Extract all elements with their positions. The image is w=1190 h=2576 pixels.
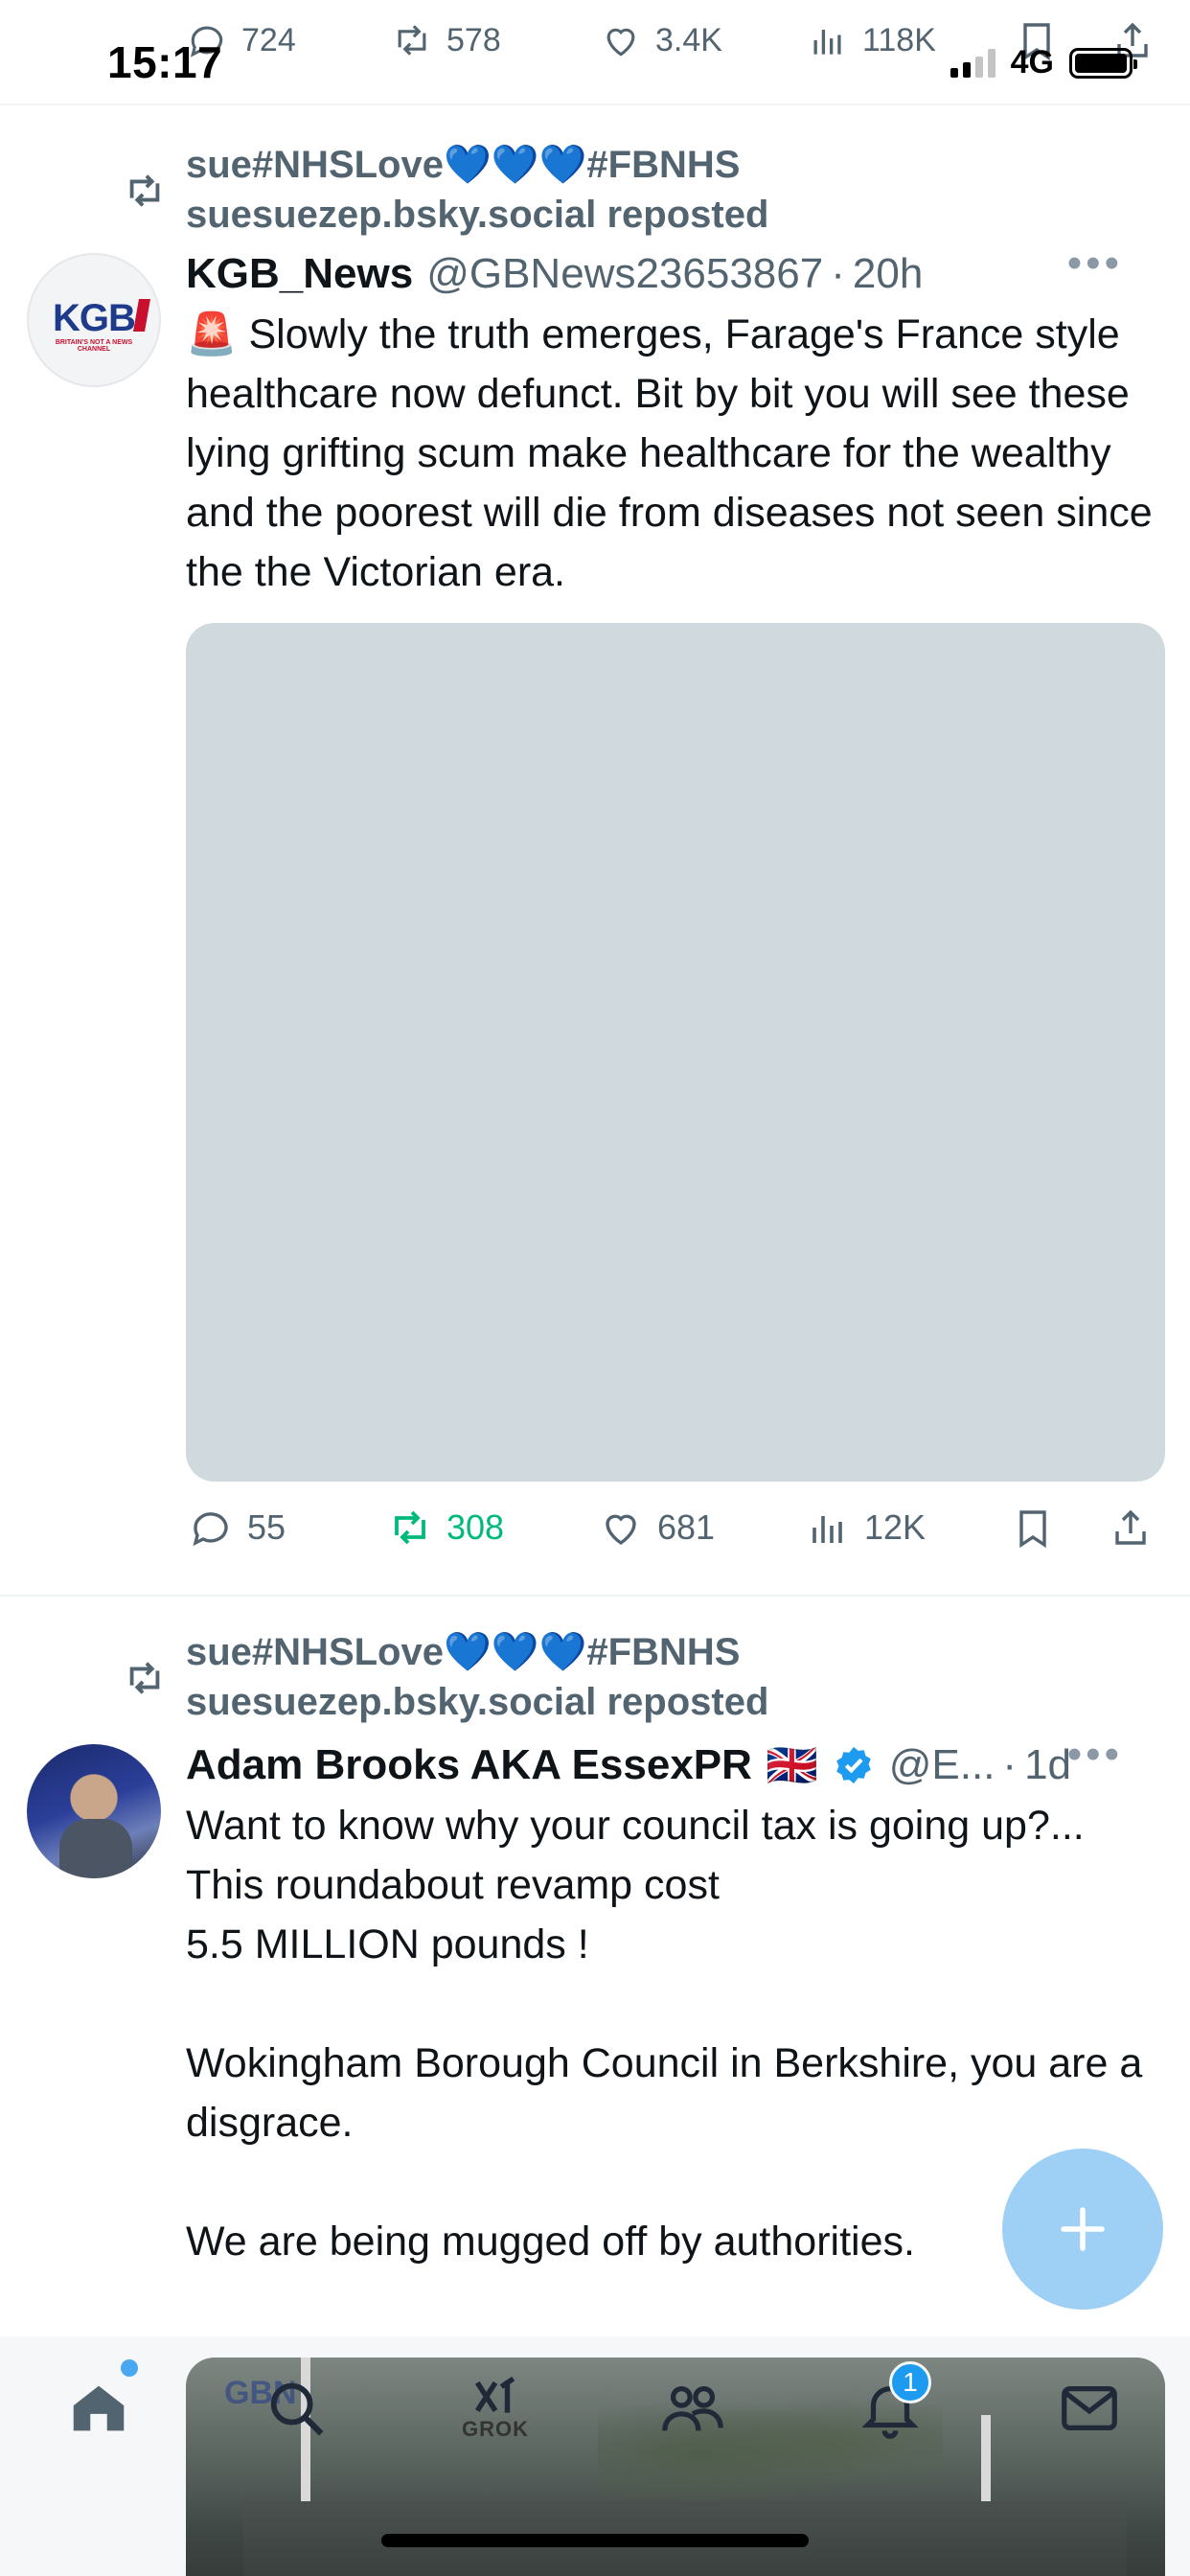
nav-home[interactable] — [56, 2359, 142, 2451]
envelope-icon — [1062, 2385, 1117, 2431]
heart-icon — [606, 1514, 636, 1546]
nav-messages[interactable] — [1046, 2365, 1133, 2451]
bookmark-icon — [1019, 1510, 1046, 1549]
views-count: 12K — [864, 1507, 927, 1547]
ghost-repost-count: 578 — [446, 21, 501, 58]
repost-button[interactable]: 308 — [387, 1505, 504, 1551]
reply-button[interactable]: 55 — [188, 1505, 286, 1551]
status-bar-area: 724 578 3.4K 118K 15:17 4G — [0, 0, 1190, 104]
repost-icon — [129, 1662, 160, 1694]
repost-icon — [395, 1510, 425, 1545]
home-unread-dot — [121, 2359, 138, 2377]
more-options-icon[interactable]: ••• — [1067, 1731, 1123, 1779]
repost-context[interactable]: sue#NHSLove💙💙💙#FBNHS suesuezep.bsky.soci… — [123, 140, 768, 240]
share-icon — [1115, 1509, 1146, 1545]
separator-dot: · — [1002, 1741, 1018, 1788]
post-header: Adam Brooks AKA EssexPR 🇬🇧 @E... · 1d ••… — [186, 1731, 1152, 1794]
bookmark-button[interactable] — [1010, 1505, 1056, 1551]
repost-by-line2: suesuezep.bsky.social reposted — [186, 1681, 769, 1723]
battery-icon — [1069, 47, 1137, 79]
ghost-like[interactable]: 3.4K — [600, 19, 722, 61]
ghost-views-count: 118K — [862, 21, 936, 58]
avatar-logo-sub: BRITAIN'S NOT A NEWS CHANNEL — [55, 339, 133, 353]
repost-count: 308 — [446, 1507, 505, 1547]
repost-context[interactable]: sue#NHSLove💙💙💙#FBNHS suesuezep.bsky.soci… — [123, 1627, 768, 1727]
ghost-reply-count: 724 — [241, 21, 296, 58]
post-time[interactable]: 1d — [1024, 1741, 1071, 1789]
views-button[interactable]: 12K — [805, 1505, 926, 1551]
nav-communities[interactable] — [650, 2365, 736, 2451]
home-icon — [73, 2385, 125, 2431]
post-header: KGB_News @GBNews23653867 · 20h ••• — [186, 240, 1152, 303]
repost-by: sue#NHSLove💙💙💙#FBNHS — [186, 1631, 741, 1673]
network-type: 4G — [1010, 44, 1054, 80]
avatar[interactable]: KGB BRITAIN'S NOT A NEWS CHANNEL — [27, 253, 161, 387]
post-time[interactable]: 20h — [853, 250, 923, 298]
grok-icon — [474, 2376, 515, 2413]
status-indicators: 4G — [950, 44, 1137, 81]
share-button[interactable] — [1108, 1505, 1154, 1551]
handle[interactable]: @GBNews23653867 — [426, 250, 823, 298]
like-count: 681 — [657, 1507, 716, 1547]
ghost-repost[interactable]: 578 — [391, 19, 501, 61]
repost-icon — [129, 174, 160, 207]
post-text: 🚨 Slowly the truth emerges, Farage's Fra… — [186, 311, 1164, 595]
more-options-icon[interactable]: ••• — [1067, 240, 1123, 288]
notifications-badge: 1 — [889, 2361, 931, 2404]
post-kgb-news[interactable]: sue#NHSLove💙💙💙#FBNHS suesuezep.bsky.soci… — [0, 105, 1190, 1593]
verified-badge-icon[interactable] — [832, 1743, 876, 1787]
ghost-views[interactable]: 118K — [807, 19, 936, 61]
bottom-nav: GROK 1 — [0, 2336, 1190, 2499]
post-media[interactable] — [186, 623, 1165, 1482]
home-indicator[interactable] — [381, 2534, 809, 2547]
repost-by: sue#NHSLove💙💙💙#FBNHS — [186, 144, 741, 186]
nav-notifications[interactable]: 1 — [847, 2361, 933, 2451]
compose-button[interactable] — [1002, 2149, 1163, 2310]
reply-icon — [193, 1512, 228, 1547]
separator-dot: · — [831, 250, 845, 297]
grok-label: GROK — [462, 2417, 529, 2441]
nav-grok[interactable]: GROK — [452, 2365, 538, 2451]
views-icon — [813, 30, 841, 55]
views-icon — [812, 1516, 842, 1543]
display-name[interactable]: Adam Brooks AKA EssexPR — [186, 1741, 752, 1789]
nav-search[interactable] — [253, 2365, 339, 2451]
repost-icon — [398, 25, 426, 56]
status-time: 15:17 — [107, 37, 223, 87]
avatar-figure — [59, 1819, 132, 1878]
flag-icon: 🇬🇧 — [765, 1742, 818, 1789]
repost-by-line2: suesuezep.bsky.social reposted — [186, 194, 769, 236]
signal-icon — [950, 48, 995, 78]
like-button[interactable]: 681 — [598, 1505, 715, 1551]
handle[interactable]: @E... — [889, 1741, 995, 1789]
people-icon — [662, 2385, 723, 2431]
search-icon — [270, 2382, 324, 2436]
ghost-like-count: 3.4K — [655, 21, 722, 58]
display-name[interactable]: KGB_News — [186, 250, 413, 298]
plus-icon — [1061, 2207, 1105, 2251]
post-actions: 55 308 681 12K — [186, 1505, 1161, 1562]
heart-icon — [606, 28, 635, 57]
reply-count: 55 — [247, 1507, 286, 1547]
avatar[interactable] — [27, 1744, 161, 1878]
